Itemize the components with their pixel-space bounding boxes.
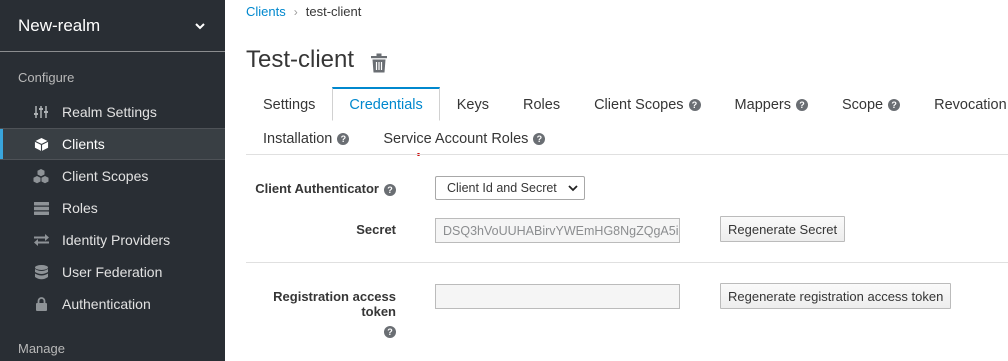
tab-label: Keys — [456, 96, 489, 113]
regenerate-secret-button[interactable]: Regenerate Secret — [720, 216, 846, 242]
sidebar-item-user-federation[interactable]: User Federation — [0, 256, 225, 288]
client-authenticator-label: Client Authenticator? — [246, 181, 396, 196]
tab-credentials[interactable]: Credentials — [332, 87, 440, 121]
list-icon — [33, 200, 49, 216]
sidebar-item-authentication[interactable]: Authentication — [0, 288, 225, 320]
sidebar-item-realm-settings[interactable]: Realm Settings — [0, 96, 225, 128]
help-icon[interactable]: ? — [795, 98, 808, 111]
configure-section-label: Configure — [18, 70, 75, 85]
database-icon — [33, 264, 49, 280]
realm-selector[interactable]: New-realm — [0, 0, 225, 52]
sidebar-item-roles[interactable]: Roles — [0, 192, 225, 224]
tab-settings[interactable]: Settings — [246, 87, 332, 121]
tab-label: Mappers — [734, 96, 791, 113]
help-icon[interactable]: ? — [384, 184, 396, 196]
trash-icon[interactable] — [371, 53, 387, 73]
help-icon[interactable]: ? — [888, 98, 901, 111]
tab-label: Settings — [263, 96, 316, 113]
sidebar-item-label: Clients — [62, 136, 105, 152]
cube-icon — [33, 136, 49, 152]
tab-client-scopes[interactable]: Client Scopes? — [577, 87, 717, 121]
cubes-icon — [33, 168, 49, 184]
breadcrumb-clients-link[interactable]: Clients — [246, 4, 286, 19]
tab-keys[interactable]: Keys — [440, 87, 506, 121]
tab-label: Roles — [523, 96, 561, 113]
client-authenticator-value: Client Id and Secret — [447, 181, 557, 195]
breadcrumb: Clients › test-client — [246, 4, 361, 19]
tab-label: Scope — [841, 96, 884, 113]
client-authenticator-label-text: Client Authenticator — [255, 181, 379, 196]
registration-token-label-text: Registration access token — [273, 289, 396, 319]
sidebar-item-identity-providers[interactable]: Identity Providers — [0, 224, 225, 256]
tab-label: Client Scopes — [594, 96, 684, 113]
secret-label: Secret — [356, 222, 396, 237]
sidebar-item-label: Authentication — [62, 296, 151, 312]
tabs-divider — [246, 154, 1008, 155]
tab-revocation[interactable]: Revocation — [917, 87, 1008, 121]
sliders-icon — [33, 104, 49, 120]
sidebar-item-clients[interactable]: Clients — [0, 128, 225, 160]
tab-scope[interactable]: Scope? — [825, 87, 917, 121]
help-icon[interactable]: ? — [384, 326, 396, 338]
regenerate-registration-token-button[interactable]: Regenerate registration access token — [720, 283, 952, 309]
sidebar-item-label: Identity Providers — [62, 232, 171, 248]
lock-icon — [33, 296, 49, 312]
sidebar-item-client-scopes[interactable]: Client Scopes — [0, 160, 225, 192]
tab-installation[interactable]: Installation? — [246, 121, 366, 155]
tab-mappers[interactable]: Mappers? — [718, 87, 825, 121]
tab-label: Revocation — [934, 96, 1007, 113]
registration-token-label: Registration access token ? — [246, 289, 396, 338]
tab-roles[interactable]: Roles — [506, 87, 577, 121]
sidebar: New-realm Configure Realm Settings Clien… — [0, 0, 225, 361]
page-title: Test-client — [246, 46, 355, 73]
tabs-row-secondary: Installation? Service Account Roles? — [246, 121, 562, 155]
tab-label: Credentials — [349, 96, 423, 113]
help-icon[interactable]: ? — [337, 132, 350, 145]
sidebar-item-label: User Federation — [62, 264, 163, 280]
tab-label: Service Account Roles — [383, 130, 529, 147]
manage-section-label: Manage — [18, 341, 65, 356]
realm-name: New-realm — [18, 15, 101, 35]
secret-field[interactable]: DSQ3hVoUUHABirvYWEmHG8NgZQgA5ie — [435, 218, 680, 243]
exchange-icon — [33, 232, 49, 248]
tab-service-account-roles[interactable]: Service Account Roles? — [366, 121, 562, 155]
breadcrumb-current: test-client — [305, 4, 362, 19]
sidebar-item-label: Realm Settings — [62, 104, 157, 120]
chevron-down-icon — [195, 22, 205, 29]
form-divider — [246, 262, 1008, 263]
sidebar-item-label: Roles — [62, 200, 98, 216]
help-icon[interactable]: ? — [533, 132, 546, 145]
sidebar-item-label: Client Scopes — [62, 168, 149, 184]
tab-label: Installation — [263, 130, 333, 147]
chevron-down-icon — [568, 185, 578, 192]
breadcrumb-separator: › — [293, 5, 298, 19]
client-authenticator-select[interactable]: Client Id and Secret — [435, 176, 585, 200]
registration-token-field[interactable] — [435, 284, 680, 309]
tabs-row-primary: Settings Credentials Keys Roles Client S… — [246, 87, 1008, 121]
help-icon[interactable]: ? — [688, 98, 701, 111]
